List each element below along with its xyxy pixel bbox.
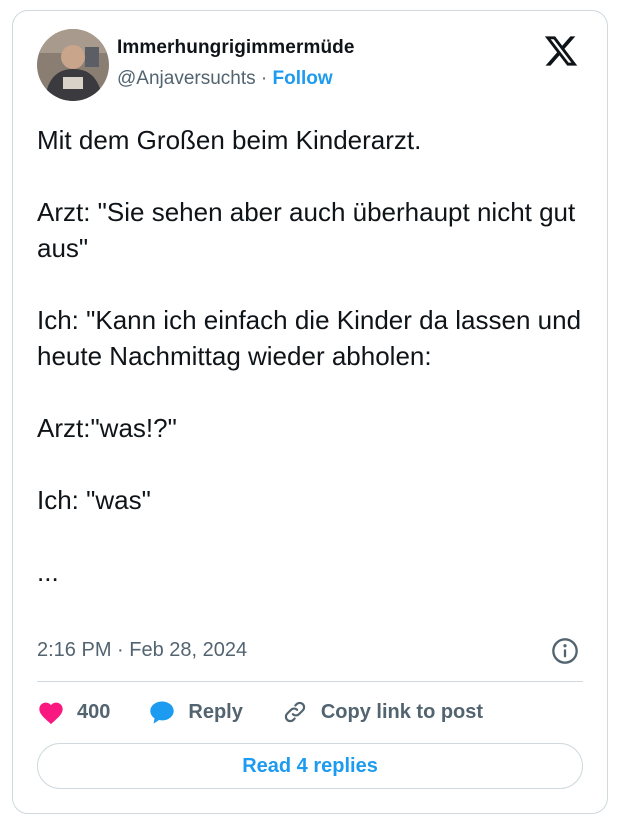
avatar[interactable]	[37, 29, 109, 101]
tweet-card: Immerhungrigimmermüde @Anjaversuchts · F…	[12, 10, 608, 814]
action-bar: 400 Reply Copy link to post	[37, 697, 521, 727]
x-logo-icon[interactable]	[543, 33, 579, 69]
separator-dot: ·	[260, 68, 268, 89]
heart-icon	[39, 702, 63, 725]
speech-bubble-icon	[150, 701, 175, 724]
tweet-timestamp[interactable]: 2:16 PM · Feb 28, 2024	[37, 639, 247, 662]
link-icon	[284, 701, 305, 723]
copy-link-button[interactable]: Copy link to post	[281, 699, 483, 725]
reply-label: Reply	[188, 700, 243, 723]
like-count: 400	[77, 700, 111, 723]
tweet-text: Mit dem Großen beim Kinderarzt. Arzt: "S…	[37, 125, 582, 587]
author-handle-row: @Anjaversuchts · Follow	[117, 68, 333, 90]
divider	[37, 681, 583, 682]
reply-button[interactable]: Reply	[148, 699, 243, 725]
author-display-name[interactable]: Immerhungrigimmermüde	[117, 37, 355, 59]
like-button[interactable]: 400	[37, 699, 110, 725]
read-replies-button[interactable]: Read 4 replies	[37, 743, 583, 789]
copy-link-label: Copy link to post	[320, 700, 484, 723]
follow-button[interactable]: Follow	[273, 68, 333, 89]
author-handle[interactable]: @Anjaversuchts	[117, 68, 256, 89]
info-icon[interactable]	[551, 637, 579, 665]
